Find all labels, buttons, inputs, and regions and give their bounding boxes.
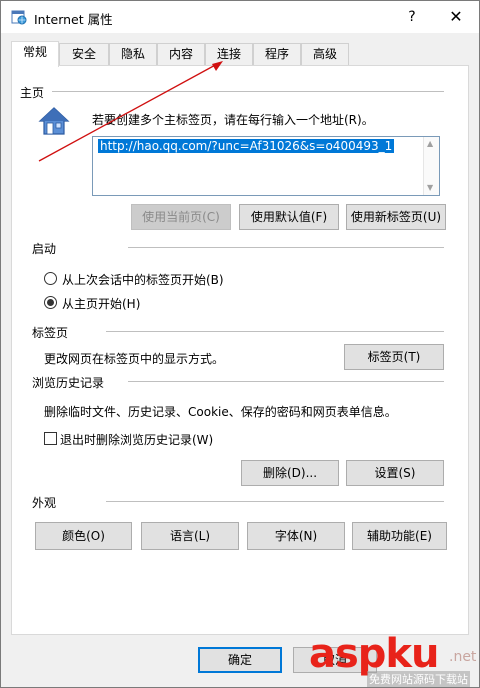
fonts-button[interactable]: 字体(N) — [247, 522, 345, 550]
scroll-up-icon[interactable]: ▲ — [427, 139, 433, 148]
section-title-tabs: 标签页 — [32, 326, 69, 340]
use-current-button[interactable]: 使用当前页(C) — [131, 204, 231, 230]
delete-history-on-exit-label: 退出时删除浏览历史记录(W) — [60, 433, 214, 447]
separator — [106, 501, 444, 502]
accessibility-button[interactable]: 辅助功能(E) — [352, 522, 447, 550]
tab-programs[interactable]: 程序 — [253, 43, 301, 66]
internet-options-dialog: Internet 属性 ? ✕ 常规 安全 隐私 内容 连接 程序 高级 主页 … — [0, 0, 480, 688]
tab-security[interactable]: 安全 — [59, 43, 109, 66]
homepage-instruction: 若要创建多个主标签页，请在每行输入一个地址(R)。 — [92, 113, 374, 127]
close-button[interactable]: ✕ — [433, 1, 479, 33]
section-title-homepage: 主页 — [20, 86, 45, 100]
radio-start-homepage[interactable] — [44, 296, 57, 309]
use-default-button[interactable]: 使用默认值(F) — [239, 204, 339, 230]
section-title-appearance: 外观 — [32, 496, 57, 510]
languages-button[interactable]: 语言(L) — [141, 522, 239, 550]
separator — [128, 247, 444, 248]
tab-connections[interactable]: 连接 — [205, 43, 253, 66]
internet-options-icon — [11, 10, 27, 25]
watermark-suffix: .net — [449, 649, 477, 665]
help-button[interactable]: ? — [393, 1, 431, 33]
ok-button[interactable]: 确定 — [198, 647, 282, 673]
tab-general[interactable]: 常规 — [11, 41, 59, 67]
window-title: Internet 属性 — [34, 12, 113, 27]
tab-privacy[interactable]: 隐私 — [109, 43, 157, 66]
watermark-tagline: 免费网站源码下载站 — [367, 671, 470, 687]
homepage-url-textarea[interactable]: http://hao.qq.com/?unc=Af31026&s=o400493… — [92, 136, 440, 196]
section-title-startup: 启动 — [32, 242, 57, 256]
radio-start-last-session[interactable] — [44, 272, 57, 285]
separator — [106, 331, 444, 332]
scroll-down-icon[interactable]: ▼ — [427, 183, 433, 192]
tab-advanced[interactable]: 高级 — [301, 43, 349, 66]
tab-panel-general: 主页 若要创建多个主标签页，请在每行输入一个地址(R)。 http://hao.… — [11, 65, 469, 635]
colors-button[interactable]: 颜色(O) — [35, 522, 132, 550]
radio-start-last-session-label: 从上次会话中的标签页开始(B) — [62, 273, 224, 287]
tabs-description: 更改网页在标签页中的显示方式。 — [44, 352, 225, 366]
radio-start-homepage-label: 从主页开始(H) — [62, 297, 141, 311]
tabs-settings-button[interactable]: 标签页(T) — [344, 344, 444, 370]
homepage-scrollbar[interactable]: ▲ ▼ — [423, 137, 439, 195]
tab-content[interactable]: 内容 — [157, 43, 205, 66]
history-settings-button[interactable]: 设置(S) — [346, 460, 444, 486]
use-new-tab-button[interactable]: 使用新标签页(U) — [346, 204, 446, 230]
separator — [52, 91, 444, 92]
title-bar[interactable]: Internet 属性 ? ✕ — [1, 1, 479, 33]
history-description: 删除临时文件、历史记录、Cookie、保存的密码和网页表单信息。 — [44, 405, 397, 419]
delete-history-on-exit-checkbox[interactable] — [44, 432, 57, 445]
delete-history-button[interactable]: 删除(D)... — [241, 460, 339, 486]
house-icon — [38, 107, 70, 135]
separator — [128, 381, 444, 382]
watermark: aspku .net 免费网站源码下载站 — [309, 631, 479, 687]
homepage-url-text: http://hao.qq.com/?unc=Af31026&s=o400493… — [98, 139, 395, 153]
section-title-history: 浏览历史记录 — [32, 376, 105, 390]
